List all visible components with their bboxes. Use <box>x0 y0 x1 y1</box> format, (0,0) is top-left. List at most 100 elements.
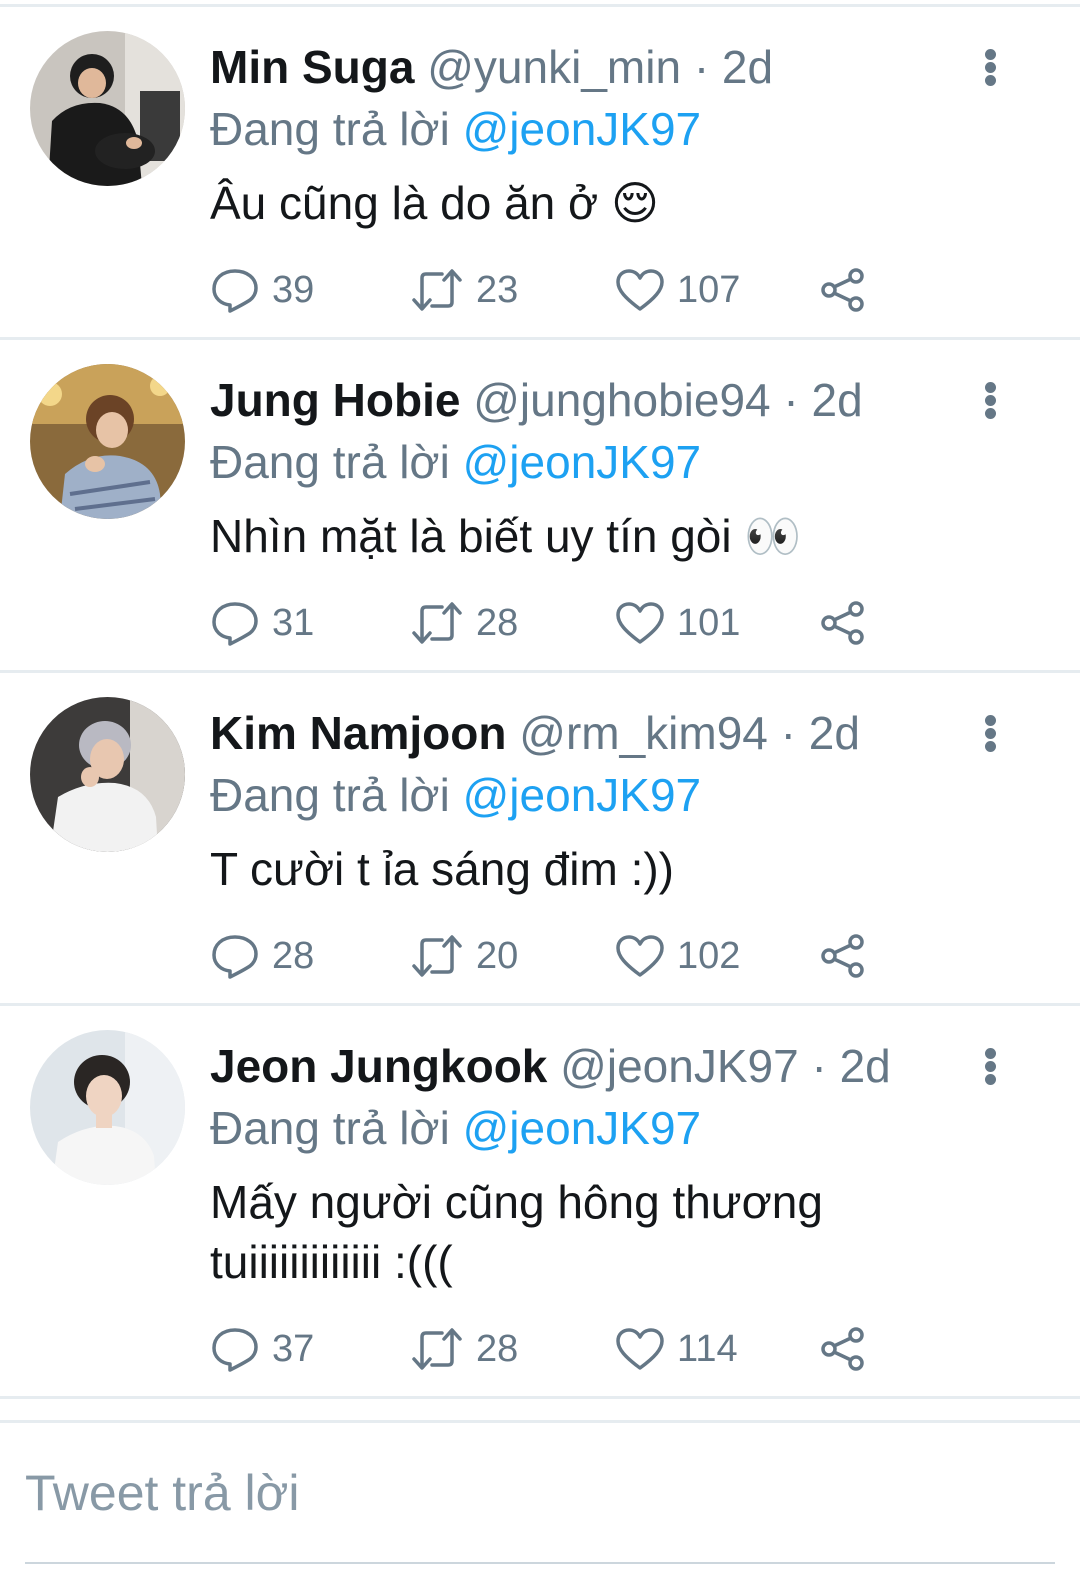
more-options-icon[interactable] <box>978 45 1004 89</box>
tweet-actions: 37 28 114 <box>210 1324 910 1374</box>
retweet-count: 28 <box>476 1327 519 1370</box>
display-name[interactable]: Jeon Jungkook <box>210 1040 547 1092</box>
avatar[interactable] <box>30 31 185 186</box>
retweet-count: 28 <box>476 601 519 644</box>
share-nodes-icon <box>821 601 864 645</box>
retweet-button[interactable]: 28 <box>410 598 518 648</box>
heart-outline-icon <box>616 935 664 977</box>
separator-dot: · <box>780 707 796 759</box>
mention-link[interactable]: @jeonJK97 <box>463 769 702 821</box>
separator-dot: · <box>811 1040 827 1092</box>
speech-bubble-icon <box>212 269 258 313</box>
like-button[interactable]: 102 <box>615 931 740 981</box>
reply-button[interactable]: 39 <box>210 265 314 315</box>
reply-button[interactable]: 31 <box>210 598 314 648</box>
share-button[interactable] <box>818 931 868 981</box>
reply-input-underline <box>25 1562 1055 1564</box>
tweet-header: Jeon Jungkook @jeonJK97 · 2d <box>210 1036 891 1096</box>
reply-count: 37 <box>272 1327 315 1370</box>
reply-button[interactable]: 37 <box>210 1324 314 1374</box>
replying-to-label: Đang trả lời <box>210 1102 450 1154</box>
avatar[interactable] <box>30 697 185 852</box>
replying-to: Đang trả lời @jeonJK97 <box>210 99 701 159</box>
replying-to: Đang trả lời @jeonJK97 <box>210 1098 701 1158</box>
retweet-count: 23 <box>476 268 519 311</box>
tweet-jeon-jungkook[interactable]: Jeon Jungkook @jeonJK97 · 2d Đang trả lờ… <box>0 1006 1080 1399</box>
share-nodes-icon <box>821 934 864 978</box>
tweet-text: Âu cũng là do ăn ở 😌 <box>210 177 659 229</box>
retweet-button[interactable]: 28 <box>410 1324 518 1374</box>
tweet-kim-namjoon[interactable]: Kim Namjoon @rm_kim94 · 2d Đang trả lời … <box>0 673 1080 1006</box>
display-name[interactable]: Min Suga <box>210 41 414 93</box>
tweet-actions: 39 23 107 <box>210 265 910 315</box>
share-nodes-icon <box>821 1327 864 1371</box>
user-handle[interactable]: @junghobie94 <box>473 374 770 426</box>
speech-bubble-icon <box>212 1328 258 1372</box>
replying-to-label: Đang trả lời <box>210 769 450 821</box>
share-button[interactable] <box>818 1324 868 1374</box>
reply-count: 31 <box>272 601 315 644</box>
retweet-arrows-icon <box>412 602 462 644</box>
timestamp[interactable]: 2d <box>722 41 773 93</box>
avatar[interactable] <box>30 364 185 519</box>
reply-input[interactable]: Tweet trả lời <box>25 1458 300 1528</box>
tweet-header: Jung Hobie @junghobie94 · 2d <box>210 370 863 430</box>
retweet-button[interactable]: 23 <box>410 265 518 315</box>
timestamp[interactable]: 2d <box>840 1040 891 1092</box>
share-button[interactable] <box>818 598 868 648</box>
heart-outline-icon <box>616 269 664 311</box>
display-name[interactable]: Kim Namjoon <box>210 707 506 759</box>
user-handle[interactable]: @rm_kim94 <box>519 707 768 759</box>
timestamp[interactable]: 2d <box>812 374 863 426</box>
tweet-actions: 28 20 102 <box>210 931 910 981</box>
display-name[interactable]: Jung Hobie <box>210 374 460 426</box>
separator-dot: · <box>693 41 710 93</box>
timestamp[interactable]: 2d <box>809 707 860 759</box>
heart-outline-icon <box>616 1328 664 1370</box>
heart-outline-icon <box>616 602 664 644</box>
tweet-text: T cười t ỉa sáng đim :)) <box>210 843 674 895</box>
like-count: 107 <box>677 268 741 311</box>
tweet-actions: 31 28 101 <box>210 598 910 648</box>
reply-button[interactable]: 28 <box>210 931 314 981</box>
like-button[interactable]: 101 <box>615 598 740 648</box>
share-button[interactable] <box>818 265 868 315</box>
replying-to-label: Đang trả lời <box>210 103 450 155</box>
separator-dot: · <box>783 374 799 426</box>
like-button[interactable]: 114 <box>615 1324 738 1374</box>
like-count: 101 <box>677 601 741 644</box>
replying-to-label: Đang trả lời <box>210 436 450 488</box>
mention-link[interactable]: @jeonJK97 <box>463 436 702 488</box>
tweet-jung-hobie[interactable]: Jung Hobie @junghobie94 · 2d Đang trả lờ… <box>0 340 1080 673</box>
user-handle[interactable]: @jeonJK97 <box>560 1040 799 1092</box>
reply-count: 39 <box>272 268 315 311</box>
tweet-divider <box>0 1396 1080 1399</box>
retweet-arrows-icon <box>412 1328 462 1370</box>
speech-bubble-icon <box>212 935 258 979</box>
share-nodes-icon <box>821 268 864 312</box>
tweet-text: Nhìn mặt là biết uy tín gòi 👀 <box>210 510 802 562</box>
tweet-min-suga[interactable]: Min Suga @yunki_min · 2d Đang trả lời @j… <box>0 7 1080 340</box>
composer-divider <box>0 1420 1080 1423</box>
reply-thread: Min Suga @yunki_min · 2d Đang trả lời @j… <box>0 0 1080 1581</box>
retweet-arrows-icon <box>412 269 462 311</box>
tweet-header: Min Suga @yunki_min · 2d <box>210 37 773 97</box>
user-handle[interactable]: @yunki_min <box>427 41 681 93</box>
reply-count: 28 <box>272 934 315 977</box>
retweet-count: 20 <box>476 934 519 977</box>
avatar[interactable] <box>30 1030 185 1185</box>
mention-link[interactable]: @jeonJK97 <box>463 1102 702 1154</box>
tweet-text: Mấy người cũng hông thương tuiiiiiiiiiii… <box>210 1176 823 1288</box>
more-options-icon[interactable] <box>978 1044 1004 1088</box>
retweet-arrows-icon <box>412 935 462 977</box>
more-options-icon[interactable] <box>978 711 1004 755</box>
replying-to: Đang trả lời @jeonJK97 <box>210 765 701 825</box>
like-button[interactable]: 107 <box>615 265 740 315</box>
more-options-icon[interactable] <box>978 378 1004 422</box>
like-count: 114 <box>677 1327 738 1370</box>
replying-to: Đang trả lời @jeonJK97 <box>210 432 701 492</box>
tweet-header: Kim Namjoon @rm_kim94 · 2d <box>210 703 860 763</box>
mention-link[interactable]: @jeonJK97 <box>463 103 702 155</box>
speech-bubble-icon <box>212 602 258 646</box>
retweet-button[interactable]: 20 <box>410 931 518 981</box>
